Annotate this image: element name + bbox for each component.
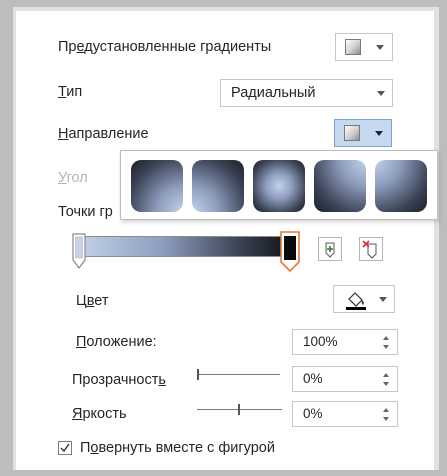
rotate-with-shape-label[interactable]: Повернуть вместе с фигурой: [80, 439, 275, 457]
position-value: 100%: [303, 334, 338, 349]
direction-variant-from-center[interactable]: [253, 160, 305, 212]
brightness-value: 0%: [303, 406, 323, 421]
position-spinner[interactable]: 100%: [292, 329, 398, 355]
type-label: Тип: [58, 84, 83, 100]
direction-dropdown[interactable]: [334, 119, 392, 147]
add-gradient-stop-button[interactable]: [318, 237, 342, 261]
type-dropdown[interactable]: Радиальный: [220, 79, 393, 107]
transparency-spinner[interactable]: 0%: [292, 366, 398, 392]
direction-swatch-icon: [344, 125, 360, 141]
direction-variants-popup: [120, 150, 438, 220]
spin-up-icon[interactable]: [383, 336, 389, 340]
gradient-stop-right-selected[interactable]: [279, 230, 301, 274]
chevron-down-icon: [376, 45, 384, 50]
chevron-down-icon: [375, 131, 383, 136]
direction-variant-from-top-left[interactable]: [375, 160, 427, 212]
gradient-stops-bar[interactable]: [76, 236, 294, 257]
brightness-slider-thumb[interactable]: [238, 404, 240, 415]
transparency-value: 0%: [303, 371, 323, 386]
chevron-down-icon: [379, 297, 387, 302]
preset-gradients-label: Предустановленные градиенты: [58, 39, 272, 55]
preset-gradients-dropdown[interactable]: [335, 33, 393, 61]
color-label: Цвет: [76, 293, 109, 309]
remove-stop-icon: [362, 240, 377, 259]
spin-up-icon[interactable]: [383, 373, 389, 377]
checkmark-icon: [60, 443, 70, 453]
color-picker-dropdown[interactable]: [333, 285, 395, 313]
remove-gradient-stop-button[interactable]: [359, 237, 383, 261]
spin-down-icon[interactable]: [383, 345, 389, 349]
direction-label: Направление: [58, 126, 149, 142]
spin-up-icon[interactable]: [383, 408, 389, 412]
angle-label: Угол: [58, 170, 88, 186]
brightness-label: Яркость: [72, 406, 127, 422]
gradient-stop-left[interactable]: [71, 232, 87, 272]
brightness-spinner[interactable]: 0%: [292, 401, 398, 427]
type-value: Радиальный: [231, 85, 316, 101]
paint-bucket-icon: [346, 292, 366, 310]
add-stop-icon: [325, 242, 335, 258]
direction-variant-from-bottom-left[interactable]: [192, 160, 244, 212]
direction-variant-from-top-right[interactable]: [314, 160, 366, 212]
preset-gradient-swatch-icon: [345, 39, 361, 55]
transparency-slider-track[interactable]: [199, 374, 280, 375]
rotate-with-shape-checkbox[interactable]: [58, 441, 72, 455]
spin-down-icon[interactable]: [383, 382, 389, 386]
direction-variant-from-bottom-right[interactable]: [131, 160, 183, 212]
chevron-down-icon: [377, 91, 385, 96]
transparency-label: Прозрачность: [72, 372, 166, 388]
gradient-stops-label: Точки гр: [58, 204, 113, 220]
spin-down-icon[interactable]: [383, 417, 389, 421]
position-label: Положение:: [76, 334, 157, 350]
